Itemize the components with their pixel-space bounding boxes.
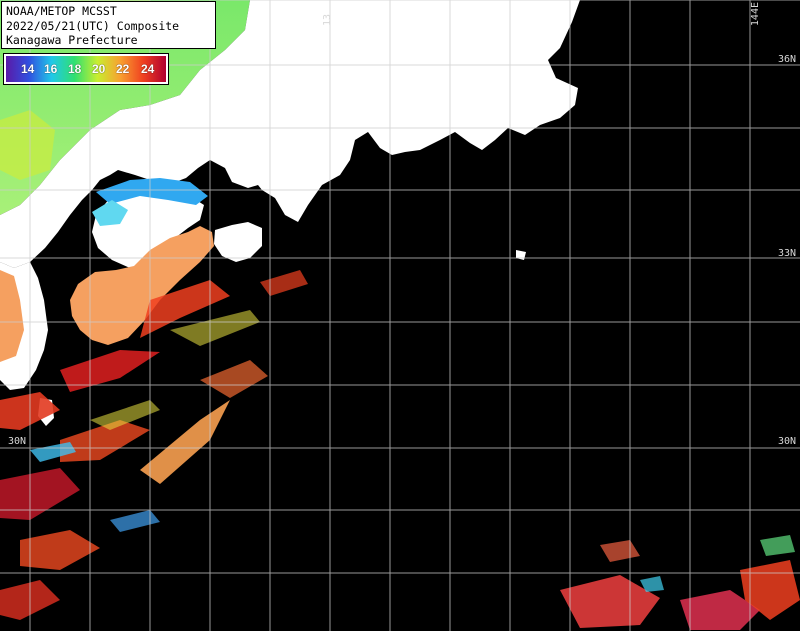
title-box: NOAA/METOP MCSST 2022/05/21(UTC) Composi… [1, 1, 216, 49]
lat-label-36n: 36N [777, 54, 796, 65]
lon-label-144e: 144E [750, 2, 761, 27]
color-legend: 14 16 18 20 22 24 [3, 53, 169, 85]
legend-tick-18: 18 [68, 62, 82, 76]
lat-label-30n-left: 30N [8, 436, 27, 447]
legend-tick-20: 20 [92, 62, 106, 76]
lat-label-33n: 33N [777, 248, 796, 259]
legend-tick-24: 24 [141, 62, 155, 76]
legend-tick-14: 14 [21, 62, 35, 76]
sst-map [0, 0, 800, 631]
legend-tick-16: 16 [44, 62, 58, 76]
title-line-date: 2022/05/21(UTC) Composite [6, 18, 180, 33]
lon-label-partial: 13 [322, 14, 333, 27]
legend-ticks: 14 16 18 20 22 24 [4, 62, 168, 78]
legend-tick-22: 22 [116, 62, 130, 76]
title-line-region: Kanagawa Prefecture [6, 33, 138, 47]
title-line-source: NOAA/METOP MCSST [6, 4, 117, 18]
lat-label-30n-right: 30N [777, 436, 796, 447]
